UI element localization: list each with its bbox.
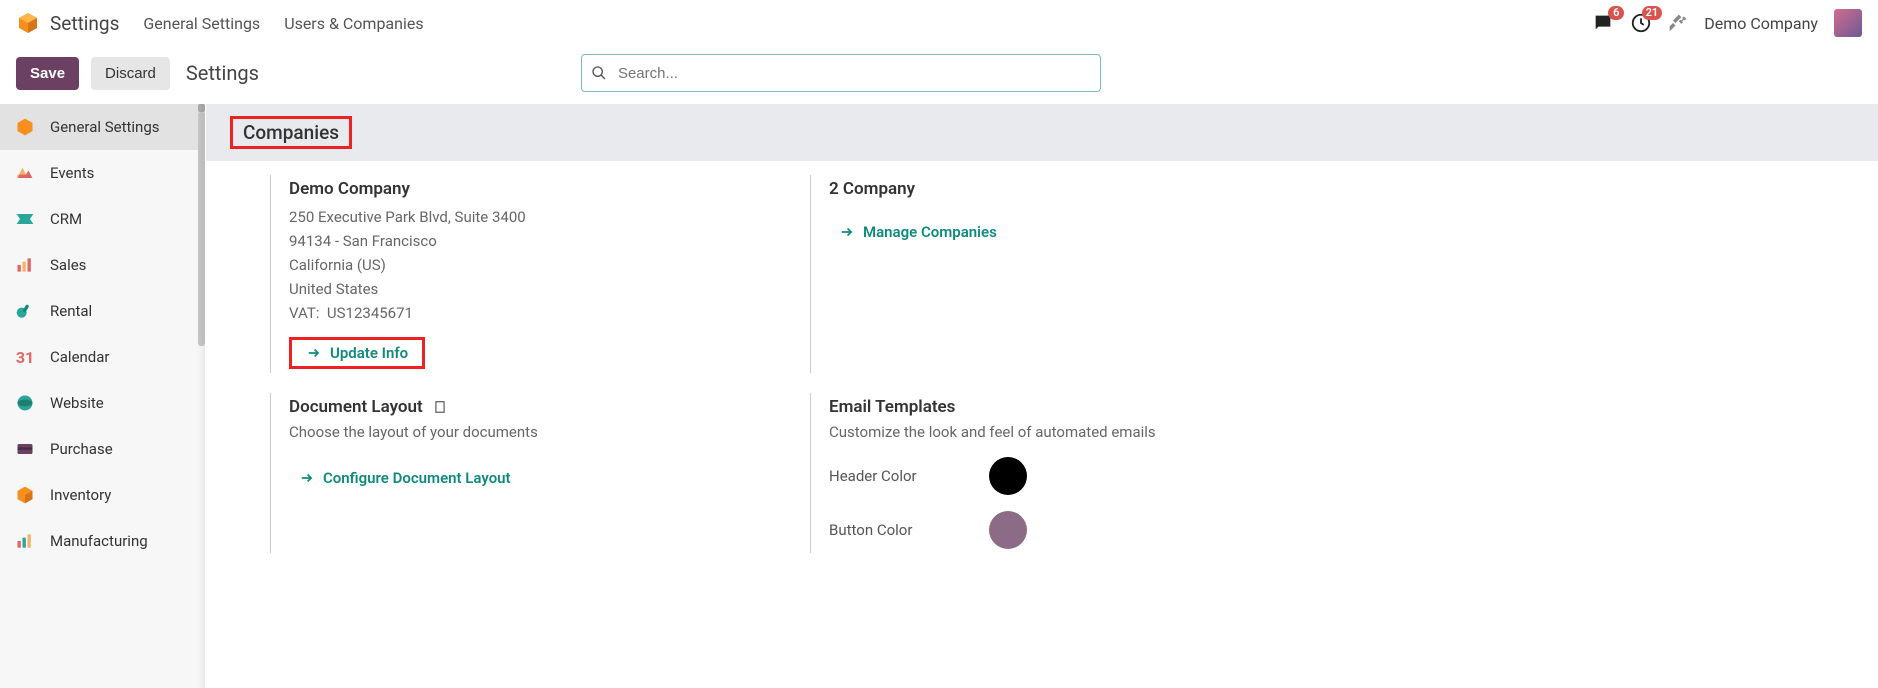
crm-icon xyxy=(14,208,36,230)
calendar-icon: 31 xyxy=(14,346,36,368)
button-color-swatch[interactable] xyxy=(989,511,1027,549)
title-text: Document Layout xyxy=(289,397,423,417)
companies-count-block: 2 Company Manage Companies xyxy=(810,175,1350,373)
discard-button[interactable]: Discard xyxy=(91,57,170,90)
sidebar-item-website[interactable]: Website xyxy=(0,380,205,426)
manufacturing-icon xyxy=(14,530,36,552)
control-panel: Save Discard Settings xyxy=(0,46,1878,104)
sidebar-item-label: Rental xyxy=(50,302,92,320)
company-address-line: United States xyxy=(289,277,792,301)
doc-layout-sub: Choose the layout of your documents xyxy=(289,423,792,441)
sidebar-item-manufacturing[interactable]: Manufacturing xyxy=(0,518,205,564)
action-label: Update Info xyxy=(330,344,408,362)
activities-badge: 21 xyxy=(1642,6,1663,20)
search-icon xyxy=(591,65,607,81)
sidebar-item-label: Website xyxy=(50,394,104,412)
sidebar-item-label: Events xyxy=(50,164,94,182)
sidebar-item-crm[interactable]: CRM xyxy=(0,196,205,242)
company-vat: VAT: US12345671 xyxy=(289,301,792,325)
company-info-block: Demo Company 250 Executive Park Blvd, Su… xyxy=(270,175,810,373)
header-color-row: Header Color xyxy=(829,457,1332,495)
search-input[interactable] xyxy=(581,54,1101,92)
systray: 6 21 Demo Company xyxy=(1592,9,1862,37)
purchase-icon xyxy=(14,438,36,460)
nav-general-settings[interactable]: General Settings xyxy=(143,14,260,33)
company-name: Demo Company xyxy=(289,179,792,199)
save-button[interactable]: Save xyxy=(16,57,79,90)
nav-users-companies[interactable]: Users & Companies xyxy=(284,14,423,33)
sidebar-item-label: General Settings xyxy=(50,118,160,136)
header-color-swatch[interactable] xyxy=(989,457,1027,495)
configure-doc-layout-button[interactable]: Configure Document Layout xyxy=(299,469,511,487)
arrow-right-icon xyxy=(839,225,855,239)
user-avatar[interactable] xyxy=(1834,9,1862,37)
update-info-button[interactable]: Update Info xyxy=(289,337,425,369)
sidebar-item-label: Calendar xyxy=(50,348,110,366)
button-color-label: Button Color xyxy=(829,521,929,539)
breadcrumb-title: Settings xyxy=(186,61,259,85)
events-icon xyxy=(14,162,36,184)
sidebar-item-label: CRM xyxy=(50,210,82,228)
sidebar-item-general-settings[interactable]: General Settings xyxy=(0,104,205,150)
hexagon-icon xyxy=(14,116,36,138)
scrollbar-up-icon[interactable] xyxy=(198,104,205,112)
rental-icon xyxy=(14,300,36,322)
sidebar-item-rental[interactable]: Rental xyxy=(0,288,205,334)
company-switcher[interactable]: Demo Company xyxy=(1704,14,1818,33)
sidebar-item-label: Purchase xyxy=(50,440,113,458)
doc-layout-title: Document Layout xyxy=(289,397,792,417)
arrow-right-icon xyxy=(306,346,322,360)
sidebar-item-inventory[interactable]: Inventory xyxy=(0,472,205,518)
website-icon xyxy=(14,392,36,414)
messages-icon[interactable]: 6 xyxy=(1592,12,1614,34)
company-address-line: 250 Executive Park Blvd, Suite 3400 xyxy=(289,205,792,229)
debug-icon[interactable] xyxy=(1668,13,1688,33)
sidebar-item-purchase[interactable]: Purchase xyxy=(0,426,205,472)
app-logo-icon[interactable] xyxy=(16,11,40,35)
settings-sidebar: General Settings Events CRM Sales Rental… xyxy=(0,104,206,688)
companies-count: 2 Company xyxy=(829,179,1332,199)
messages-badge: 6 xyxy=(1608,6,1624,20)
vat-label: VAT: xyxy=(289,304,319,322)
action-label: Configure Document Layout xyxy=(323,469,511,487)
section-title-companies: Companies xyxy=(230,116,352,149)
building-icon xyxy=(433,400,447,414)
scrollbar-thumb[interactable] xyxy=(198,112,205,346)
sidebar-item-calendar[interactable]: 31 Calendar xyxy=(0,334,205,380)
email-tpl-title: Email Templates xyxy=(829,397,1332,417)
arrow-right-icon xyxy=(299,471,315,485)
inventory-icon xyxy=(14,484,36,506)
activities-icon[interactable]: 21 xyxy=(1630,12,1652,34)
top-nav: Settings General Settings Users & Compan… xyxy=(0,0,1878,46)
app-title[interactable]: Settings xyxy=(50,12,119,35)
vat-value: US12345671 xyxy=(327,304,413,322)
company-address-line: California (US) xyxy=(289,253,792,277)
button-color-row: Button Color xyxy=(829,511,1332,549)
document-layout-block: Document Layout Choose the layout of you… xyxy=(270,393,810,553)
settings-main: Companies Demo Company 250 Executive Par… xyxy=(206,104,1878,688)
sales-icon xyxy=(14,254,36,276)
header-color-label: Header Color xyxy=(829,467,929,485)
action-label: Manage Companies xyxy=(863,223,997,241)
sidebar-item-label: Sales xyxy=(50,256,86,274)
email-tpl-sub: Customize the look and feel of automated… xyxy=(829,423,1332,441)
sidebar-item-label: Inventory xyxy=(50,486,111,504)
sidebar-item-label: Manufacturing xyxy=(50,532,148,550)
sidebar-item-events[interactable]: Events xyxy=(0,150,205,196)
company-address-line: 94134 - San Francisco xyxy=(289,229,792,253)
email-templates-block: Email Templates Customize the look and f… xyxy=(810,393,1350,553)
section-header: Companies xyxy=(206,104,1878,161)
manage-companies-button[interactable]: Manage Companies xyxy=(839,223,997,241)
sidebar-item-sales[interactable]: Sales xyxy=(0,242,205,288)
